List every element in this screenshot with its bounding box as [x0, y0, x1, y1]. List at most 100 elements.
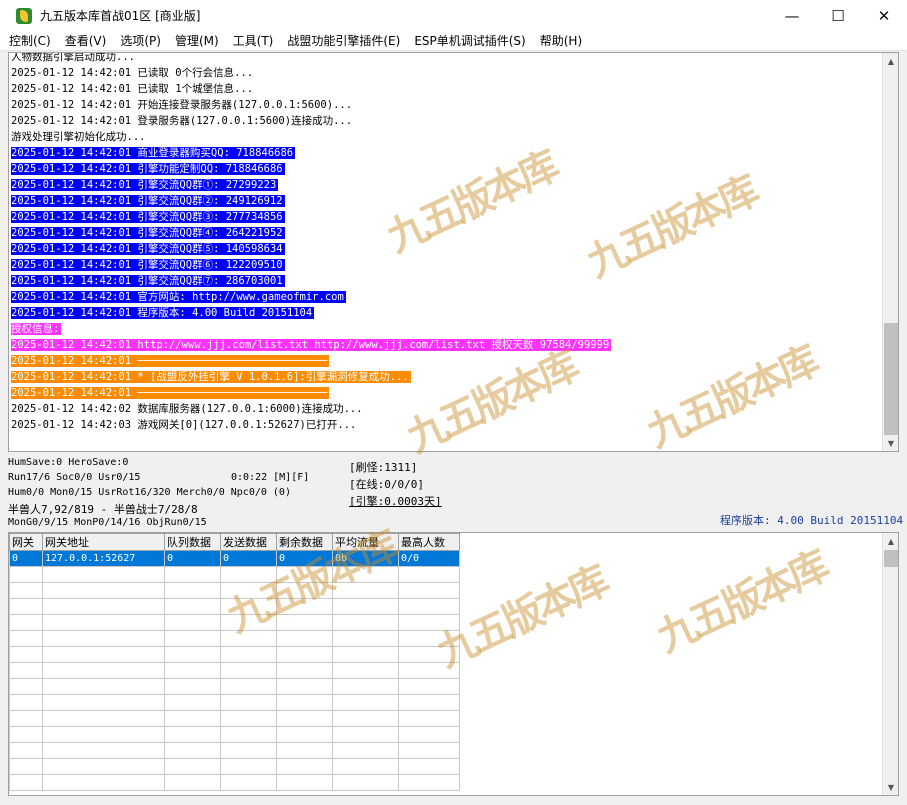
table-cell	[332, 598, 399, 615]
table-cell	[332, 646, 399, 663]
table-cell	[164, 598, 221, 615]
table-cell	[220, 630, 277, 647]
status-save: HumSave:0 HeroSave:0	[8, 457, 129, 468]
empty-row	[9, 646, 460, 663]
menu-control[interactable]: 控制(C)	[9, 32, 51, 49]
table-cell	[398, 646, 460, 663]
log-line-text: 2025-01-12 14:42:02 数据库服务器(127.0.0.1:600…	[11, 403, 363, 415]
table-cell	[220, 598, 277, 615]
empty-row	[9, 566, 460, 583]
table-cell	[220, 646, 277, 663]
status-hum: Hum0/0 Mon0/15 UsrRot16/320 Merch0/0 Npc…	[8, 487, 291, 498]
log-panel[interactable]: 人物数据引擎启动成功... 2025-01-12 14:42:01 已读取 0个行…	[8, 52, 899, 452]
status-mong: MonG0/9/15 MonP0/14/16 ObjRun0/15	[8, 517, 207, 528]
menu-tools[interactable]: 工具(T)	[233, 32, 274, 49]
menu-bar: 控制(C) 查看(V) 选项(P) 管理(M) 工具(T) 战盟功能引擎插件(E…	[0, 31, 907, 51]
table-cell	[398, 726, 460, 743]
menu-manage[interactable]: 管理(M)	[175, 32, 219, 49]
log-line-text: 2025-01-12 14:42:01 已读取 0个行会信息...	[11, 67, 254, 79]
table-cell	[220, 614, 277, 631]
status-timer: 0:0:22 [M][F]	[231, 472, 310, 483]
log-line: 2025-01-12 14:42:01 已读取 1个城堡信息...	[11, 81, 883, 97]
maximize-button[interactable]: ☐	[815, 0, 861, 31]
table-cell	[398, 774, 460, 791]
log-scrollbar[interactable]: ▲ ▼	[882, 53, 898, 451]
log-line: 2025-01-12 14:42:03 游戏网关[0](127.0.0.1:52…	[11, 417, 883, 433]
table-cell	[398, 758, 460, 775]
log-line: 2025-01-12 14:42:01 官方网站: http://www.gam…	[11, 289, 883, 305]
table-row[interactable]: 0 127.0.0.1:52627 0 0 0 0b 0/0	[9, 550, 460, 567]
menu-options[interactable]: 选项(P)	[120, 32, 161, 49]
empty-row	[9, 630, 460, 647]
log-list: 人物数据引擎启动成功... 2025-01-12 14:42:01 已读取 0个行…	[11, 53, 883, 433]
menu-help[interactable]: 帮助(H)	[540, 32, 582, 49]
column-header[interactable]: 队列数据	[164, 533, 221, 551]
log-line: 2025-01-12 14:42:02 数据库服务器(127.0.0.1:600…	[11, 401, 883, 417]
log-scroll-thumb[interactable]	[884, 323, 898, 435]
column-header[interactable]: 剩余数据	[276, 533, 333, 551]
log-line-text: 授权信息:	[11, 323, 62, 335]
table-cell	[42, 758, 165, 775]
column-header[interactable]: 平均流量	[332, 533, 399, 551]
column-header[interactable]: 网关地址	[42, 533, 165, 551]
table-cell	[398, 598, 460, 615]
empty-row	[9, 694, 460, 711]
close-button[interactable]: ✕	[861, 0, 907, 31]
table-cell	[42, 582, 165, 599]
table-cell	[276, 582, 333, 599]
log-line-text: 2025-01-12 14:42:01 已读取 1个城堡信息...	[11, 83, 254, 95]
menu-alliance-plugin[interactable]: 战盟功能引擎插件(E)	[287, 32, 400, 49]
log-line: 2025-01-12 14:42:01 引擎交流QQ群④: 264221952	[11, 225, 883, 241]
empty-row	[9, 758, 460, 775]
table-cell	[220, 694, 277, 711]
gateway-grid-panel[interactable]: 网关 网关地址 队列数据 发送数据 剩余数据 平均流量 最高人数 0 127.0.0.1:52…	[8, 532, 899, 796]
menu-esp-plugin[interactable]: ESP单机调试插件(S)	[414, 32, 525, 49]
status-online: [在线:0/0/0]	[349, 478, 424, 491]
scroll-up-icon[interactable]: ▲	[883, 53, 898, 69]
table-cell	[9, 758, 43, 775]
column-header[interactable]: 网关	[9, 533, 43, 551]
log-line-text: 2025-01-12 14:42:03 游戏网关[0](127.0.0.1:52…	[11, 419, 357, 431]
table-cell	[9, 726, 43, 743]
table-cell: 127.0.0.1:52627	[42, 550, 165, 567]
table-cell: 0	[9, 550, 43, 567]
log-line-text: 2025-01-12 14:42:01 引擎交流QQ群④: 264221952	[11, 227, 285, 239]
log-line-text: 2025-01-12 14:42:01 引擎交流QQ群⑤: 140598634	[11, 243, 285, 255]
scroll-down-icon[interactable]: ▼	[883, 435, 898, 451]
table-cell	[276, 678, 333, 695]
table-cell	[164, 694, 221, 711]
grid-scroll-thumb[interactable]	[884, 550, 898, 567]
status-panel: HumSave:0 HeroSave:0 Run17/6 Soc0/0 Usr0…	[0, 454, 907, 532]
scroll-down-icon[interactable]: ▼	[883, 779, 898, 795]
table-cell	[332, 742, 399, 759]
log-line-text: 2025-01-12 14:42:01 登录服务器(127.0.0.1:5600…	[11, 115, 353, 127]
scroll-up-icon[interactable]: ▲	[883, 533, 898, 549]
table-cell	[9, 694, 43, 711]
table-cell	[42, 774, 165, 791]
minimize-button[interactable]: —	[769, 0, 815, 31]
log-line-text: 2025-01-12 14:42:01 引擎交流QQ群②: 249126912	[11, 195, 285, 207]
log-line-text: 2025-01-12 14:42:01 引擎交流QQ群①: 27299223	[11, 179, 279, 191]
table-cell	[42, 614, 165, 631]
menu-view[interactable]: 查看(V)	[65, 32, 107, 49]
status-engine: [引擎:0.0003天]	[349, 495, 442, 508]
table-cell	[164, 646, 221, 663]
table-cell	[42, 662, 165, 679]
grid-scrollbar[interactable]: ▲ ▼	[882, 533, 898, 795]
table-cell	[276, 614, 333, 631]
table-cell	[332, 582, 399, 599]
table-cell	[220, 726, 277, 743]
column-header[interactable]: 发送数据	[220, 533, 277, 551]
table-cell	[9, 582, 43, 599]
table-cell	[42, 742, 165, 759]
empty-row	[9, 678, 460, 695]
table-cell	[9, 774, 43, 791]
log-line-text: 游戏处理引擎初始化成功...	[11, 131, 146, 143]
table-cell	[332, 614, 399, 631]
column-header[interactable]: 最高人数	[398, 533, 460, 551]
table-cell	[220, 582, 277, 599]
empty-row	[9, 614, 460, 631]
log-line: 人物数据引擎启动成功...	[11, 53, 883, 65]
table-cell	[42, 566, 165, 583]
table-cell	[42, 646, 165, 663]
